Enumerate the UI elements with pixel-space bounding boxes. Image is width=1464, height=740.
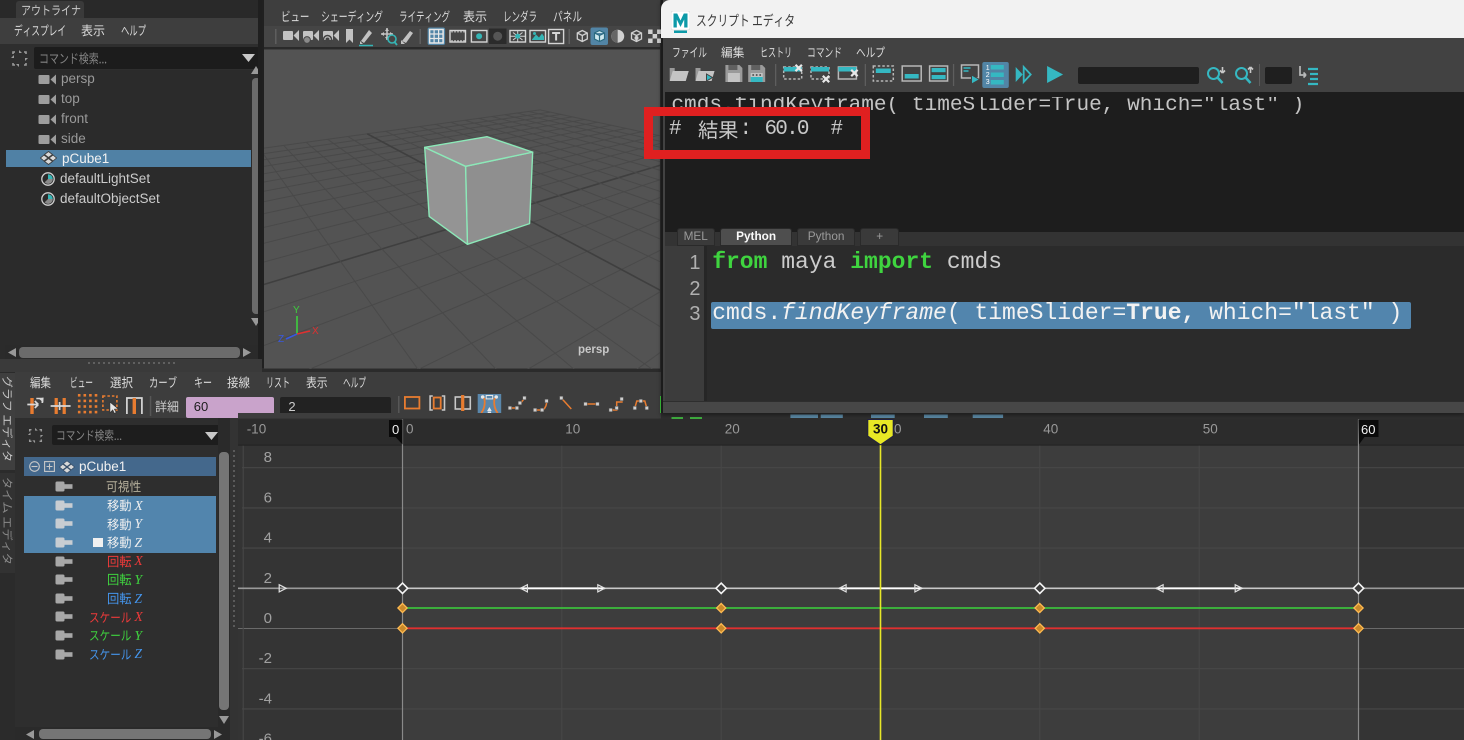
svg-text:1: 1 xyxy=(986,65,990,72)
svg-text:4: 4 xyxy=(264,530,272,547)
svg-text:X: X xyxy=(312,326,319,337)
svg-text:3: 3 xyxy=(986,79,990,86)
svg-text:50: 50 xyxy=(1203,422,1218,437)
svg-text:6: 6 xyxy=(264,489,272,506)
svg-text:2: 2 xyxy=(264,570,272,587)
svg-text:-2: -2 xyxy=(259,650,272,667)
svg-text:20: 20 xyxy=(725,422,740,437)
svg-text:0: 0 xyxy=(392,422,399,437)
svg-text:0: 0 xyxy=(406,422,414,437)
svg-text:0: 0 xyxy=(894,422,902,437)
svg-text:8: 8 xyxy=(264,449,272,466)
svg-text:10: 10 xyxy=(565,422,580,437)
svg-text:-10: -10 xyxy=(247,422,267,437)
svg-text:-4: -4 xyxy=(259,690,272,707)
svg-text:40: 40 xyxy=(1043,422,1058,437)
svg-text:30: 30 xyxy=(873,422,888,437)
svg-text:Z: Z xyxy=(278,334,284,343)
svg-text:2: 2 xyxy=(986,72,990,79)
svg-text:60: 60 xyxy=(1361,422,1375,437)
svg-text:Y: Y xyxy=(293,305,300,316)
svg-text:0: 0 xyxy=(264,610,272,627)
svg-text:-6: -6 xyxy=(259,731,272,740)
